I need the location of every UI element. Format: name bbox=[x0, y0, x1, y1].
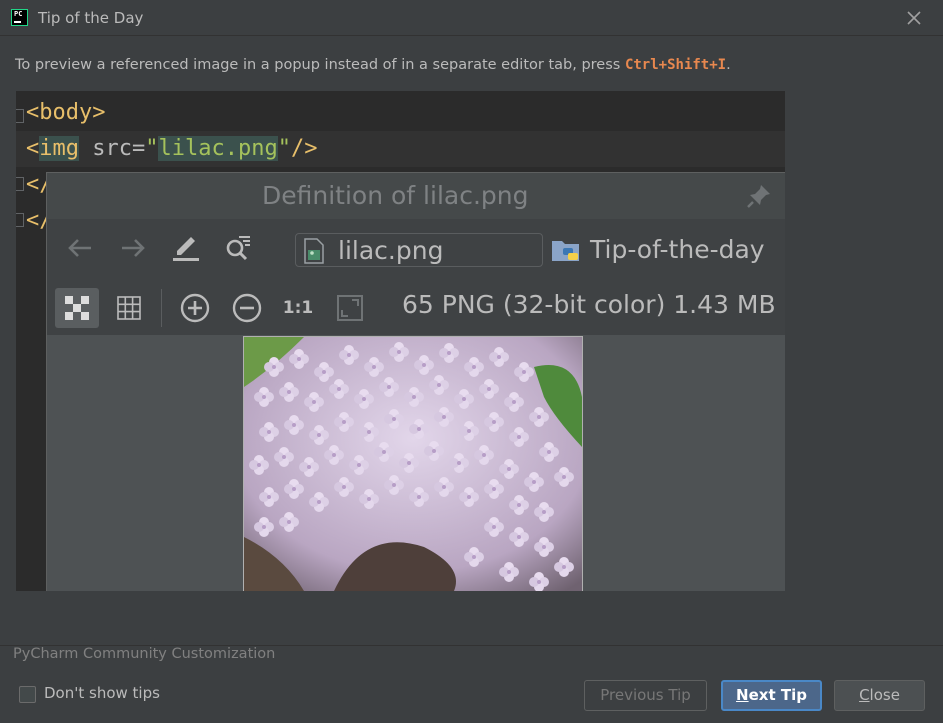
fit-zoom-icon bbox=[337, 295, 363, 321]
src-attr: src= bbox=[79, 136, 146, 161]
toolbar-separator bbox=[161, 289, 162, 327]
tip-text: To preview a referenced image in a popup… bbox=[15, 57, 731, 73]
img-tag: img bbox=[39, 136, 79, 161]
pin-icon[interactable] bbox=[744, 181, 774, 211]
edit-pencil-icon[interactable] bbox=[171, 233, 201, 263]
tip-text-end: . bbox=[726, 57, 731, 73]
checkbox-box[interactable] bbox=[19, 686, 36, 703]
grid-icon bbox=[117, 296, 141, 320]
dont-show-tips-label[interactable]: Don't show tips bbox=[44, 684, 160, 702]
close-mnemonic: C bbox=[859, 686, 870, 704]
image-info: 65 PNG (32-bit color) 1.43 MB bbox=[402, 290, 776, 319]
project-name: Tip-of-the-day bbox=[590, 235, 765, 264]
close-label: lose bbox=[869, 686, 900, 704]
body-tag: <body> bbox=[26, 100, 106, 125]
title-bar: PC Tip of the Day bbox=[0, 0, 943, 36]
image-toolbar: 1:1 65 PNG (32-bit color) 1.43 MB bbox=[47, 279, 785, 335]
zoom-in-button[interactable] bbox=[173, 288, 217, 328]
zoom-out-button[interactable] bbox=[225, 288, 269, 328]
code-line-2: <img src="lilac.png"/> bbox=[16, 131, 785, 167]
find-usages-icon[interactable] bbox=[223, 233, 253, 263]
chessboard-toggle-button[interactable] bbox=[55, 288, 99, 328]
image-file-icon bbox=[304, 238, 324, 264]
popup-header: Definition of lilac.png bbox=[47, 173, 785, 219]
forward-arrow-icon[interactable] bbox=[118, 233, 148, 263]
window-title: Tip of the Day bbox=[38, 9, 144, 27]
close-icon[interactable] bbox=[904, 8, 924, 28]
actual-size-button[interactable]: 1:1 bbox=[276, 288, 320, 328]
back-arrow-icon[interactable] bbox=[65, 233, 95, 263]
tip-text-body: To preview a referenced image in a popup… bbox=[15, 57, 625, 73]
fold-marker bbox=[16, 213, 24, 227]
src-value: lilac.png bbox=[158, 136, 278, 161]
quote-close: " bbox=[277, 136, 291, 161]
image-viewer bbox=[47, 335, 785, 591]
python-folder-icon bbox=[552, 241, 579, 261]
next-mnemonic: N bbox=[736, 686, 749, 704]
lilac-image bbox=[243, 336, 583, 591]
popup-nav-bar: lilac.png Tip-of-the-day bbox=[47, 219, 785, 279]
zoom-out-icon bbox=[232, 293, 262, 323]
pycharm-icon: PC bbox=[11, 9, 28, 26]
customization-label: PyCharm Community Customization bbox=[13, 646, 276, 662]
img-open-bracket: < bbox=[26, 136, 40, 161]
code-line-1: <body> bbox=[16, 95, 785, 131]
tip-illustration: <body> <img src="lilac.png"/> </ </ Defi… bbox=[16, 91, 785, 591]
zoom-in-icon bbox=[180, 293, 210, 323]
lilac-flowers-image bbox=[244, 337, 582, 591]
file-path-box[interactable]: lilac.png bbox=[295, 233, 543, 267]
quote-open: " bbox=[145, 136, 159, 161]
close-button[interactable]: Close bbox=[834, 680, 925, 711]
app-icon-label: PC bbox=[14, 10, 23, 18]
popup-title: Definition of lilac.png bbox=[262, 181, 529, 210]
shortcut-keys: Ctrl+Shift+I bbox=[624, 57, 727, 73]
previous-tip-button[interactable]: Previous Tip bbox=[584, 680, 707, 711]
grid-toggle-button[interactable] bbox=[107, 288, 151, 328]
next-label: ext Tip bbox=[748, 686, 807, 704]
chessboard-icon bbox=[65, 296, 89, 320]
fit-zoom-button[interactable] bbox=[328, 288, 372, 328]
definition-popup: Definition of lilac.png lilac.png Tip-of… bbox=[46, 172, 785, 591]
file-name: lilac.png bbox=[338, 236, 444, 265]
fold-marker bbox=[16, 177, 24, 191]
fold-marker bbox=[16, 109, 24, 123]
next-tip-button[interactable]: Next Tip bbox=[721, 680, 822, 711]
img-close: /> bbox=[290, 136, 318, 161]
